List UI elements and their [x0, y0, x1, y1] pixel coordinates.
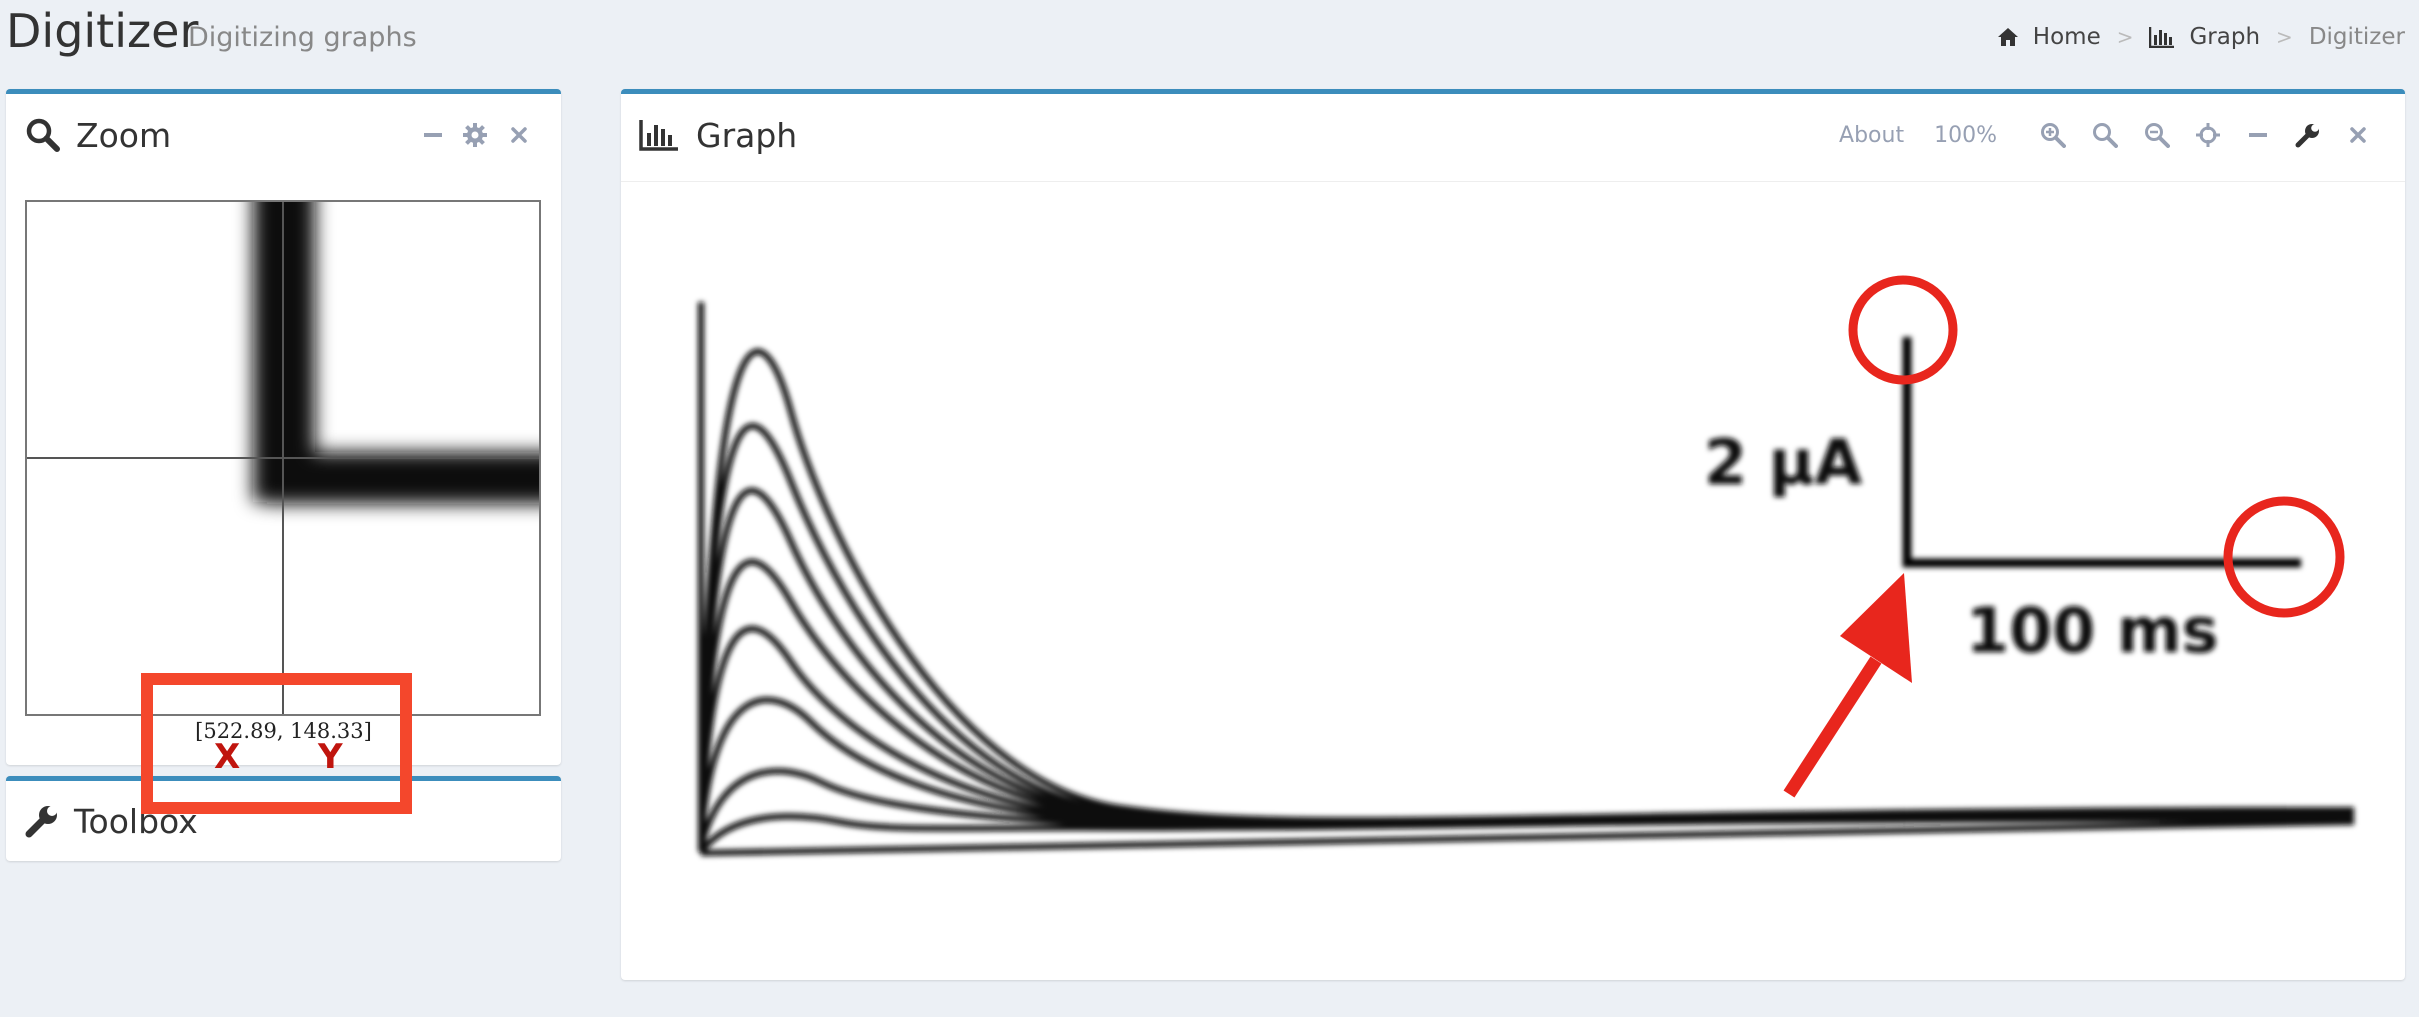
- digitized-traces: [698, 302, 2355, 856]
- coordinate-annotation-box: [141, 673, 412, 814]
- search-icon: [25, 117, 61, 153]
- close-icon[interactable]: [2333, 126, 2383, 144]
- graph-panel-title: Graph: [696, 115, 798, 155]
- zoom-out-icon[interactable]: [2131, 122, 2183, 148]
- zoom-in-icon[interactable]: [2027, 122, 2079, 148]
- breadcrumb-home-label: Home: [2032, 24, 2101, 50]
- scale-x-label: 100 ms: [1966, 594, 2219, 667]
- page-subtitle: Digitizing graphs: [188, 22, 417, 53]
- breadcrumb-current: Digitizer: [2308, 24, 2405, 50]
- breadcrumb-separator: >: [2116, 25, 2134, 49]
- zoom-panel-title: Zoom: [76, 115, 172, 155]
- graph-panel: Graph About 100% 2 µA 100 ms: [621, 89, 2405, 980]
- zoom-panel-tools: [415, 94, 539, 176]
- breadcrumb: Home > Graph > Digitizer: [1997, 24, 2405, 50]
- scale-marker-right: [2223, 496, 2345, 618]
- annotation-y-label: Y: [318, 737, 343, 777]
- gear-icon[interactable]: [451, 122, 499, 148]
- zoom-panel: Zoom [522.89, 148.33]: [6, 89, 561, 765]
- scale-bar: [1902, 337, 2301, 568]
- scale-y-label: 2 µA: [1704, 426, 1862, 499]
- minus-icon[interactable]: [415, 133, 451, 137]
- close-icon[interactable]: [499, 126, 539, 144]
- search-icon[interactable]: [2079, 122, 2131, 148]
- zoom-magnifier-view: [25, 200, 541, 716]
- bar-chart-icon: [639, 119, 679, 151]
- wrench-icon: [25, 804, 59, 838]
- zoom-level[interactable]: 100%: [1934, 123, 1997, 148]
- breadcrumb-graph[interactable]: Graph: [2149, 24, 2260, 50]
- page-header: Digitizer Digitizing graphs Home > Graph…: [0, 0, 2419, 80]
- annotation-x-label: X: [214, 737, 241, 777]
- breadcrumb-graph-label: Graph: [2189, 24, 2261, 50]
- breadcrumb-separator: >: [2276, 25, 2293, 49]
- minus-icon[interactable]: [2233, 133, 2283, 137]
- crosshair-icon[interactable]: [2183, 122, 2233, 148]
- home-icon: [1997, 27, 2019, 47]
- bar-chart-icon: [2149, 26, 2175, 48]
- page-title: Digitizer: [6, 4, 199, 58]
- breadcrumb-home[interactable]: Home: [1997, 24, 2101, 50]
- graph-panel-tools: About 100%: [1839, 94, 2383, 176]
- origin-arrow: [1783, 573, 1912, 798]
- wrench-icon[interactable]: [2283, 122, 2333, 148]
- about-button[interactable]: About: [1839, 123, 1904, 148]
- graph-canvas[interactable]: 2 µA 100 ms: [621, 181, 2405, 981]
